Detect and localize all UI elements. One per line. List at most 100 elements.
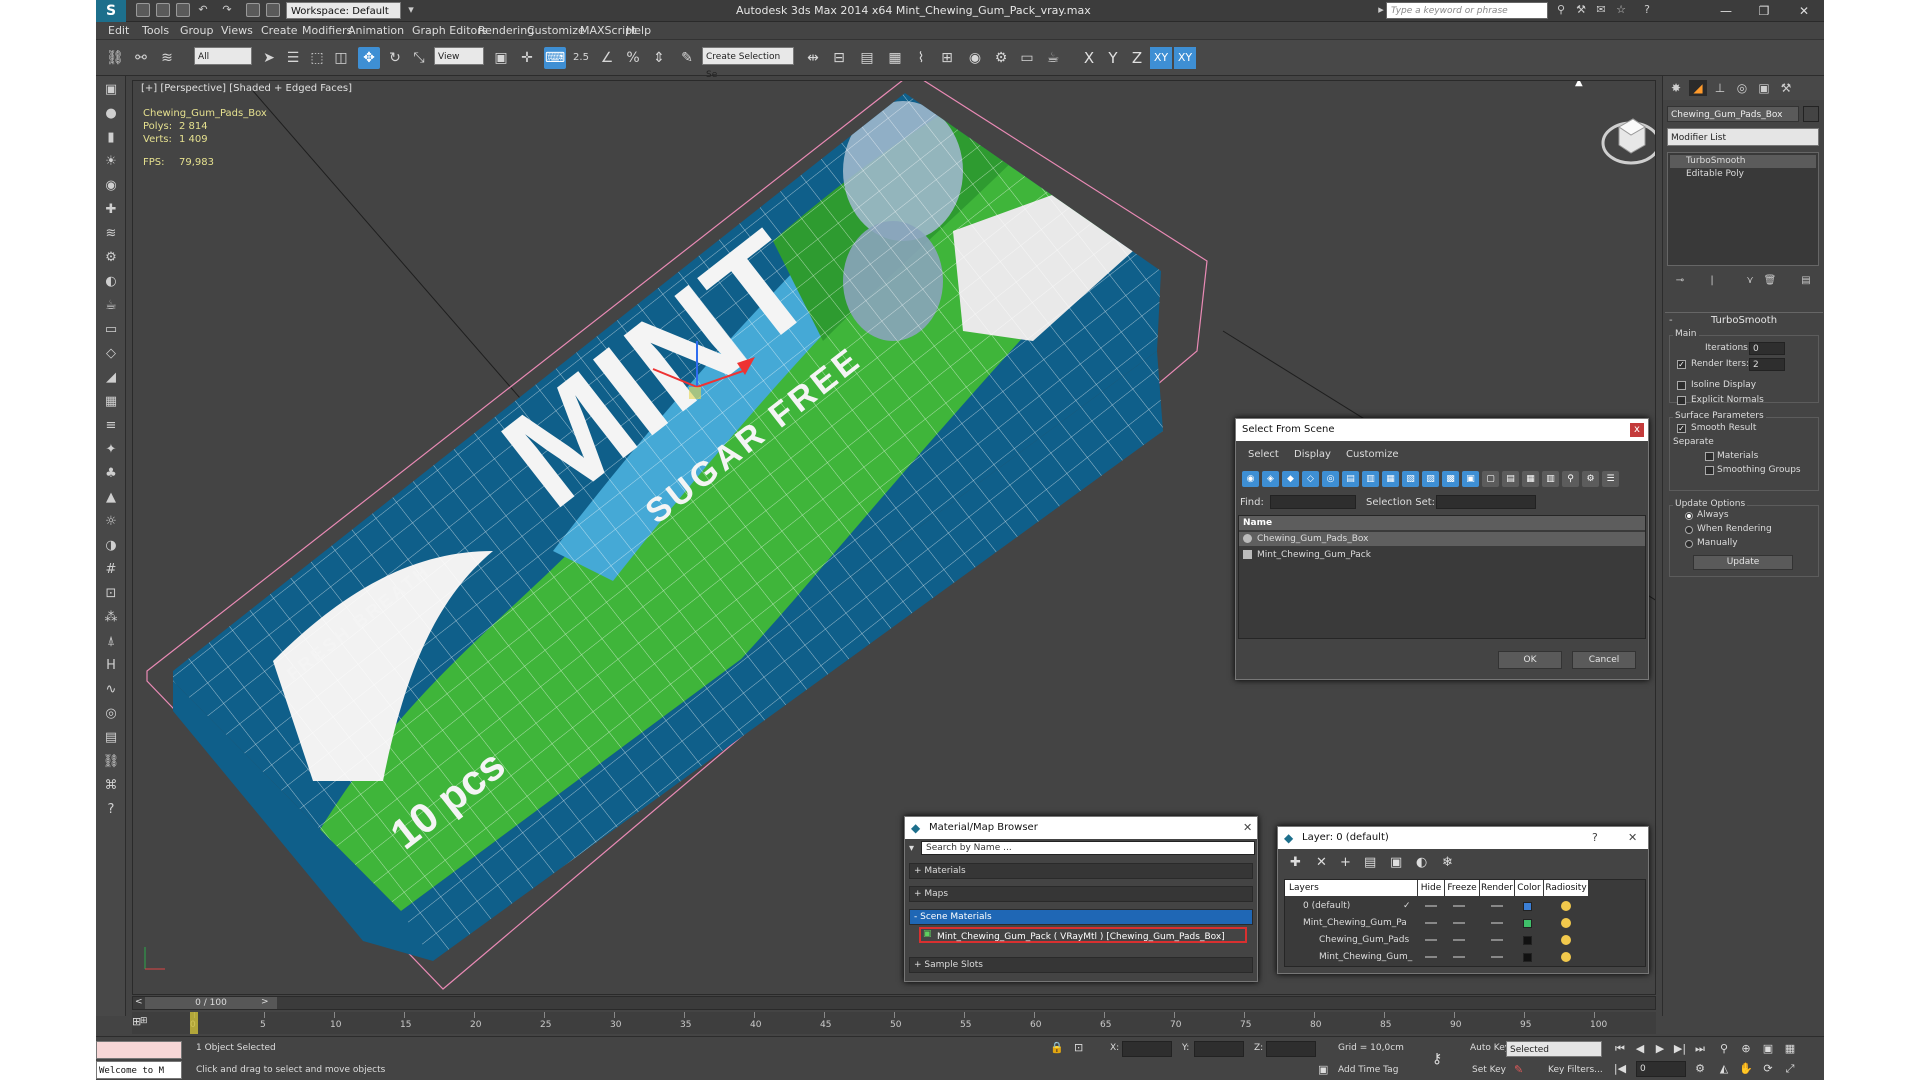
save-file-icon[interactable] — [176, 3, 190, 17]
menu-create[interactable]: Create — [261, 24, 298, 37]
layer-col-render[interactable]: Render — [1480, 880, 1514, 896]
cylinder-icon[interactable]: ▮ — [101, 128, 121, 148]
object-color-swatch[interactable] — [1803, 106, 1819, 122]
object-name-field[interactable]: Chewing_Gum_Pads_Box — [1667, 106, 1799, 122]
reference-coordinate-dropdown[interactable]: View — [434, 47, 484, 65]
update-rendering-radio[interactable] — [1685, 526, 1693, 534]
mirror-icon[interactable]: ⇹ — [802, 47, 824, 69]
mb-sample-slots-group[interactable]: + Sample Slots — [909, 957, 1253, 973]
layer-col-hide[interactable]: Hide — [1418, 880, 1444, 896]
sfs-filter-icon[interactable]: ▧ — [1402, 471, 1419, 487]
zoom-extents-icon[interactable]: ▣ — [1760, 1041, 1776, 1057]
stack-item-turbosmooth[interactable]: TurboSmooth — [1670, 155, 1816, 168]
maxscript-welcome[interactable]: Welcome to M — [96, 1061, 182, 1079]
sfs-filter-icon[interactable]: ▥ — [1542, 471, 1559, 487]
update-always-radio[interactable] — [1685, 512, 1693, 520]
render-iters-spinner[interactable]: 2 — [1749, 358, 1785, 371]
mb-scene-material-item[interactable]: Mint_Chewing_Gum_Pack ( VRayMtl ) [Chewi… — [919, 927, 1247, 943]
help-icon[interactable]: ? — [1640, 3, 1654, 17]
redo-icon[interactable]: ↷ — [220, 3, 234, 17]
layer-row[interactable]: Chewing_Gum_Pads — [1285, 932, 1645, 948]
z-coord-field[interactable] — [1266, 1041, 1316, 1057]
system-icon[interactable]: ⚙ — [101, 248, 121, 268]
layer-hide-toggle[interactable] — [1425, 905, 1437, 907]
mb-search-input[interactable]: Search by Name ... — [921, 841, 1255, 855]
display-tab-icon[interactable]: ▣ — [1755, 80, 1773, 96]
mb-materials-group[interactable]: + Materials — [909, 863, 1253, 879]
set-key-icon[interactable]: ✎ — [1514, 1063, 1523, 1076]
layer-color-swatch[interactable] — [1523, 936, 1532, 945]
sfs-close-button[interactable]: x — [1630, 423, 1644, 437]
helper-icon[interactable]: ✚ — [101, 200, 121, 220]
layer-freeze-toggle[interactable] — [1453, 905, 1465, 907]
menu-edit[interactable]: Edit — [108, 24, 129, 37]
delete-layer-icon[interactable]: ✕ — [1316, 855, 1327, 870]
layer-render-toggle[interactable] — [1491, 956, 1503, 958]
mb-scene-materials-group[interactable]: - Scene Materials — [909, 909, 1253, 925]
sfs-filter-icon[interactable]: ▥ — [1362, 471, 1379, 487]
pivot-center-icon[interactable]: ▣ — [490, 47, 512, 69]
hold-icon[interactable] — [246, 3, 260, 17]
sfs-cancel-button[interactable]: Cancel — [1572, 651, 1636, 669]
y-coord-field[interactable] — [1194, 1041, 1244, 1057]
layer-render-toggle[interactable] — [1491, 905, 1503, 907]
particle-icon[interactable]: ✦ — [101, 440, 121, 460]
scene-icon[interactable]: ▤ — [101, 728, 121, 748]
pan-icon[interactable]: ✋ — [1738, 1061, 1754, 1077]
bind-spacewarp-icon[interactable]: ≋ — [156, 47, 178, 69]
sfs-filter-icon[interactable]: ▩ — [1442, 471, 1459, 487]
play-icon[interactable]: ▶ — [1652, 1041, 1668, 1057]
sphere-icon[interactable]: ● — [101, 104, 121, 124]
unlink-icon[interactable]: ⚯ — [130, 47, 152, 69]
zoom-extents-all-icon[interactable]: ▦ — [1782, 1041, 1798, 1057]
radiosity-bulb-icon[interactable] — [1561, 952, 1571, 962]
layer-freeze-toggle[interactable] — [1453, 939, 1465, 941]
shape-icon[interactable]: ◇ — [101, 344, 121, 364]
modifier-list-dropdown[interactable]: Modifier List — [1667, 128, 1819, 146]
select-rotate-icon[interactable]: ↻ — [384, 47, 406, 69]
layer-color-swatch[interactable] — [1523, 902, 1532, 911]
key-selection-dropdown[interactable]: Selected — [1506, 1041, 1602, 1057]
axis-xy-cycle-button[interactable]: XY — [1174, 47, 1196, 69]
sfs-filter-icon[interactable]: ⚲ — [1562, 471, 1579, 487]
key-filters-button[interactable]: Key Filters... — [1548, 1065, 1603, 1075]
menu-rendering[interactable]: Rendering — [478, 24, 534, 37]
track-bar[interactable]: 0510152025303540455055606570758085909510… — [132, 1012, 1656, 1034]
subscription-icon[interactable]: ⚒ — [1574, 3, 1588, 17]
array-icon[interactable]: ⁂ — [101, 608, 121, 628]
open-file-icon[interactable] — [156, 3, 170, 17]
active-layer-check-icon[interactable]: ✓ — [1403, 898, 1411, 914]
sfs-filter-icon[interactable]: ◆ — [1282, 471, 1299, 487]
sfs-column-name[interactable]: Name — [1239, 516, 1645, 530]
link-icon[interactable]: ⛓ — [101, 752, 121, 772]
time-prev-icon[interactable]: < — [135, 997, 143, 1007]
zoom-all-icon[interactable]: ⊕ — [1738, 1041, 1754, 1057]
update-button[interactable]: Update — [1693, 555, 1793, 570]
layer-row[interactable]: Mint_Chewing_Gum_Pa — [1285, 915, 1645, 931]
render-production-icon[interactable]: ☕ — [1042, 47, 1064, 69]
orbit-icon[interactable]: ⟳ — [1760, 1061, 1776, 1077]
camera-icon[interactable]: ◉ — [101, 176, 121, 196]
plant-icon[interactable]: ♣ — [101, 464, 121, 484]
goto-start-icon[interactable]: ⏮ — [1612, 1041, 1628, 1057]
render-setup-icon[interactable]: ⚙ — [990, 47, 1012, 69]
schematic-view-icon[interactable]: ⊞ — [936, 47, 958, 69]
script-icon[interactable]: ⌘ — [101, 776, 121, 796]
time-config-icon[interactable]: ⚙ — [1692, 1061, 1708, 1077]
mb-search-chevron-icon[interactable]: ▾ — [909, 843, 914, 854]
set-key-button[interactable]: Set Key — [1472, 1065, 1506, 1075]
graphite-ribbon-icon[interactable]: ▦ — [884, 47, 906, 69]
layer-col-layers[interactable]: Layers — [1285, 880, 1417, 896]
wave-icon[interactable]: ∿ — [101, 680, 121, 700]
separate-smoothing-checkbox[interactable] — [1705, 466, 1714, 475]
lock-selection-icon[interactable]: 🔒 — [1050, 1041, 1064, 1054]
add-to-layer-icon[interactable]: + — [1340, 855, 1351, 870]
box-icon[interactable]: ▣ — [101, 80, 121, 100]
absolute-transform-icon[interactable]: ⊡ — [1074, 1041, 1083, 1054]
layer-color-swatch[interactable] — [1523, 919, 1532, 928]
layer-col-freeze[interactable]: Freeze — [1445, 880, 1479, 896]
minimize-button[interactable]: — — [1706, 0, 1746, 22]
motion-tab-icon[interactable]: ◎ — [1733, 80, 1751, 96]
axis-y-button[interactable]: Y — [1102, 47, 1124, 69]
radiosity-bulb-icon[interactable] — [1561, 935, 1571, 945]
